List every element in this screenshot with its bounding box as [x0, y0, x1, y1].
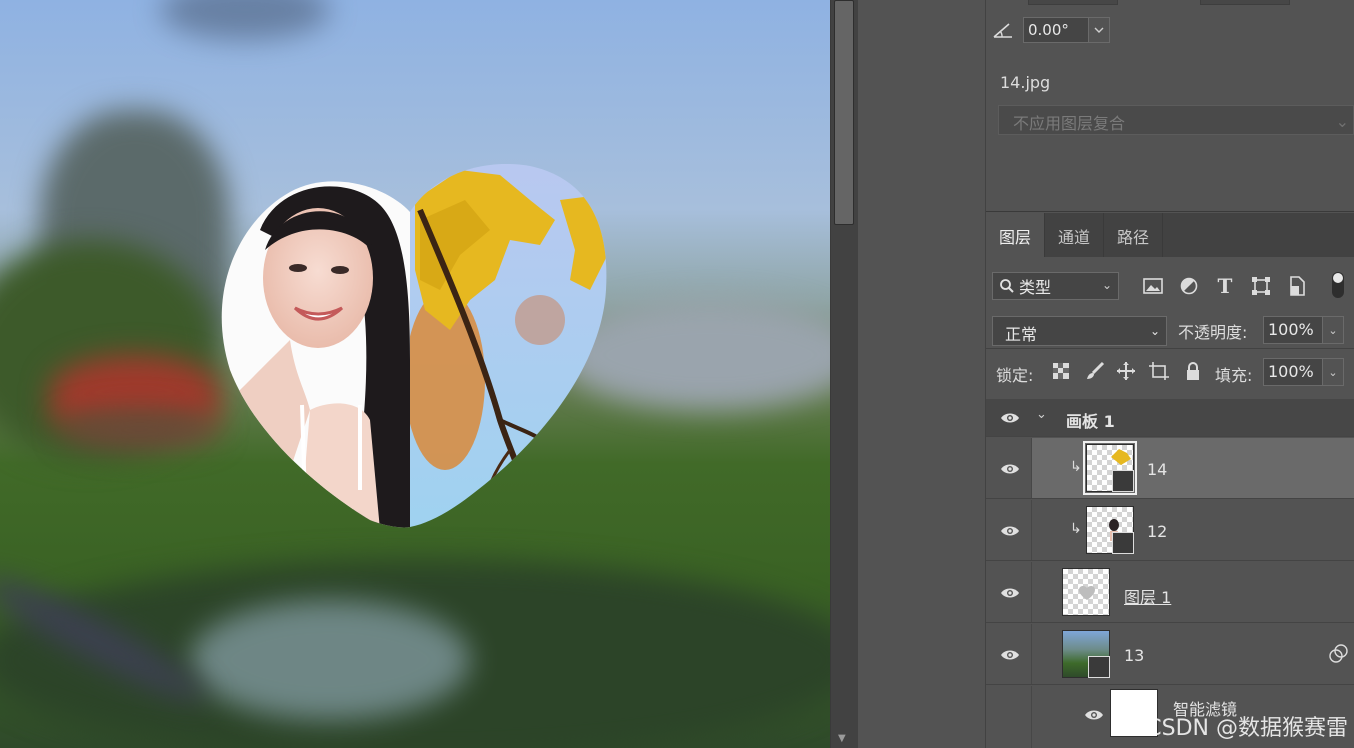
- scrollbar-thumb[interactable]: [834, 0, 854, 225]
- panel-dock-gap: [858, 0, 986, 748]
- fill-label: 填充:: [1215, 366, 1253, 385]
- angle-input[interactable]: 0.00°: [1023, 17, 1089, 43]
- watermark-text: CSDN @数据猴赛雷: [1146, 716, 1348, 741]
- angle-dropdown-button[interactable]: [1088, 17, 1110, 43]
- filter-pixel-icon[interactable]: [1142, 275, 1164, 297]
- blend-mode-select[interactable]: 正常 ⌄: [992, 316, 1167, 346]
- tab-layers[interactable]: 图层: [986, 213, 1046, 257]
- bg-water: [190, 600, 470, 720]
- layers-panel: 图层 通道 路径 类型 ⌄ T 正常 ⌄ 不透明度: 100% ⌄ 锁定: 填充…: [986, 213, 1354, 748]
- eye-icon[interactable]: [998, 522, 1022, 540]
- layer-row-12[interactable]: ↳ 12: [986, 500, 1354, 561]
- canvas-vertical-scrollbar[interactable]: ▼: [830, 0, 858, 748]
- visibility-column: [986, 686, 1032, 748]
- layer-thumbnail: [1086, 506, 1134, 554]
- width-field-stub[interactable]: [1028, 0, 1118, 5]
- filter-kind-label: 类型: [1019, 278, 1052, 297]
- search-icon: [1000, 279, 1014, 293]
- chevron-down-icon: ⌄: [1335, 112, 1349, 131]
- eye-icon[interactable]: [998, 584, 1022, 602]
- layer-filter-row: 类型 ⌄ T: [986, 270, 1354, 302]
- lock-fill-row: 锁定: 填充: 100% ⌄: [986, 354, 1354, 390]
- lock-artboard-icon[interactable]: [1148, 360, 1170, 382]
- layer-row-layer-1[interactable]: 图层 1: [986, 562, 1354, 623]
- layer-thumbnail: [1062, 630, 1110, 678]
- expand-chevron-icon[interactable]: ⌄: [1036, 407, 1047, 422]
- filter-toggle-switch[interactable]: [1332, 272, 1344, 298]
- filter-shape-icon[interactable]: [1250, 275, 1272, 297]
- smart-object-badge-icon: [1112, 532, 1134, 554]
- layer-name: 12: [1147, 522, 1168, 541]
- layer-comp-select-label: 不应用图层复合: [1013, 114, 1126, 133]
- chevron-down-icon: ⌄: [1149, 324, 1160, 338]
- filter-adjustment-icon[interactable]: [1178, 275, 1200, 297]
- chevron-down-icon: ⌄: [1101, 278, 1112, 292]
- bg-pavilion-base: [60, 410, 220, 450]
- layer-thumbnail: [1062, 568, 1110, 616]
- smart-object-badge-icon: [1088, 656, 1110, 678]
- opacity-label: 不透明度:: [1178, 323, 1248, 342]
- lock-image-pixels-icon[interactable]: [1084, 360, 1106, 382]
- filter-kind-select[interactable]: 类型 ⌄: [992, 272, 1119, 300]
- eye-icon[interactable]: [1082, 706, 1106, 724]
- lock-position-icon[interactable]: [1115, 360, 1137, 382]
- filter-type-icon[interactable]: T: [1214, 274, 1236, 298]
- document-canvas[interactable]: [0, 0, 830, 748]
- layers-panel-tabs: 图层 通道 路径: [986, 213, 1354, 257]
- layer-name: 画板 1: [1066, 412, 1115, 431]
- clipping-mask-arrow-icon: ↳: [1070, 459, 1082, 475]
- height-field-stub[interactable]: [1200, 0, 1290, 5]
- bg-leaves-top: [160, 0, 330, 40]
- properties-panel: 0.00° 14.jpg 不应用图层复合 ⌄: [986, 0, 1354, 212]
- leaves-half: [410, 164, 607, 527]
- layer-name: 图层 1: [1124, 588, 1172, 607]
- layer-thumbnail: [1083, 441, 1137, 495]
- layer-name: 14: [1147, 460, 1168, 479]
- tab-paths[interactable]: 路径: [1104, 213, 1164, 257]
- linked-filename: 14.jpg: [1000, 73, 1051, 92]
- angle-icon: [992, 20, 1014, 40]
- fill-dropdown-button[interactable]: ⌄: [1322, 358, 1344, 386]
- lock-transparent-pixels-icon[interactable]: [1050, 360, 1072, 382]
- chevron-down-icon: [1094, 27, 1104, 33]
- lock-all-icon[interactable]: [1182, 360, 1204, 382]
- opacity-dropdown-button[interactable]: ⌄: [1322, 316, 1344, 344]
- layer-name: 13: [1124, 646, 1145, 665]
- blend-opacity-row: 正常 ⌄ 不透明度: 100% ⌄: [986, 313, 1354, 349]
- eye-icon[interactable]: [998, 460, 1022, 478]
- heart-composite-image[interactable]: [210, 160, 610, 530]
- tab-channels[interactable]: 通道: [1045, 213, 1105, 257]
- layer-comp-select[interactable]: 不应用图层复合 ⌄: [998, 105, 1354, 135]
- eye-icon[interactable]: [998, 409, 1022, 427]
- filter-smart-object-icon[interactable]: [1286, 275, 1308, 297]
- scroll-down-arrow-icon[interactable]: ▼: [838, 733, 846, 744]
- opacity-input[interactable]: 100%: [1263, 316, 1323, 344]
- smart-filter-indicator-icon[interactable]: [1328, 644, 1348, 664]
- layer-row-artboard[interactable]: ⌄ 画板 1: [986, 399, 1354, 437]
- clipping-mask-arrow-icon: ↳: [1070, 521, 1082, 537]
- blend-mode-label: 正常: [1005, 325, 1038, 344]
- portrait-half: [221, 181, 410, 528]
- layer-row-14[interactable]: ↳ 14: [986, 438, 1354, 499]
- smart-object-badge-icon: [1112, 470, 1134, 492]
- eye-icon[interactable]: [998, 646, 1022, 664]
- fill-input[interactable]: 100%: [1263, 358, 1323, 386]
- layer-row-13[interactable]: 13: [986, 624, 1354, 685]
- lock-label: 锁定:: [996, 366, 1034, 385]
